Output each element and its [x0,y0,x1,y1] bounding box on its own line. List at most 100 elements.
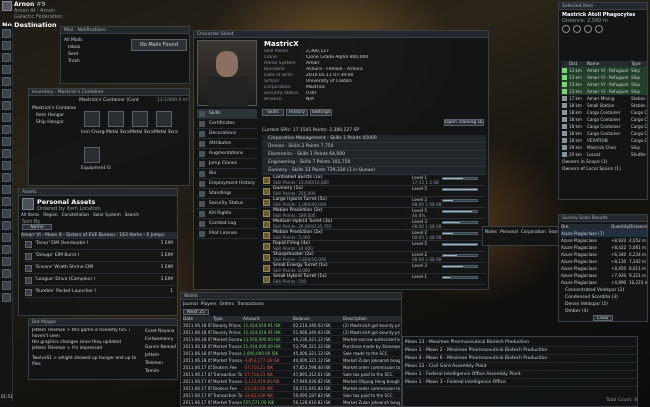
neocom-icon-people[interactable] [2,41,11,50]
wallet-row[interactable]: 2011.06.18 05:35Market Escrow13,560,000.… [183,336,401,343]
skill-row[interactable]: Small Energy Turret (1x) Skill Points: 8,… [262,263,486,274]
scan-row[interactable]: Azure Plagioclase +7,920 9,321 m [561,272,647,279]
chat-member[interactable]: Tamim [145,368,177,376]
inventory-container-tab[interactable]: Mastrick's Container [58,90,104,95]
sheet-menu-item[interactable]: Kill Rights [197,209,257,219]
skill-row[interactable]: Small Hybrid Turret (1x) Skill Points: 50… [262,274,486,285]
sort-select[interactable]: Name [22,224,52,230]
places-tab-notes[interactable]: Notes [485,229,497,234]
wallet-row[interactable]: 2011.06.18 05:31Market Transaction-3,853… [183,357,401,364]
wallet-row[interactable]: 2011.06.17 05:19Transaction Tax-33,423.0… [183,392,401,399]
neocom-icon-chat[interactable] [2,149,11,158]
overview-row[interactable]: 18 km Cargo Container Cargo Cnt [561,123,647,130]
sheet-tab-settings[interactable]: Settings [310,109,332,116]
neocom-icon-store[interactable] [2,257,11,266]
scan-group[interactable]: Condensed Scordite (3) [561,294,647,301]
neocom-icon-tutorial[interactable] [2,281,11,290]
overview-row[interactable]: 13 km Amarr VI - Refugium Ship [561,81,647,88]
chat-member[interactable]: Garvin Nomad [145,344,177,352]
skill-group[interactable]: Gunnery - Skills 33 Points 739,330 (3 in… [262,167,486,175]
neocom-icon-notepad[interactable] [2,161,11,170]
scan-group[interactable]: Dense Veldspar (2) [561,301,647,308]
scan-row[interactable]: Azure Plagioclase +8,422 5,061 m [561,244,647,251]
overview-row[interactable]: 13 km Amarr VI - Refugium Ship [561,67,647,74]
chat-member[interactable]: Corot Nayana [145,328,177,336]
neocom-icon-wallet[interactable] [2,65,11,74]
wallet-tab-orders[interactable]: Orders [220,302,234,307]
mail-tab-notifications[interactable]: Notifications [77,28,105,33]
skill-row[interactable]: Motion Prediction (2x) Skill Points: 5,00… [262,230,486,241]
sheet-menu-item[interactable]: Certificates [197,119,257,129]
sheet-tab-history[interactable]: History [286,109,308,116]
overview-row[interactable]: 18 km Cargo Container Cargo Cnt [561,130,647,137]
asset-row[interactable]: 'Rumble' Pocket Launcher I 1 [25,288,175,298]
wallet-tab-journal[interactable]: Journal [183,302,198,307]
wallet-row[interactable]: 2011.06.17 05:15Market Transaction555,57… [183,399,401,406]
mail-folder-sent[interactable]: Sent [68,51,104,58]
wallet-row[interactable]: 2011.06.18 05:34Market Transaction11,434… [183,343,401,350]
asset-row[interactable]: 'Tenor' EIM Overloader I 1 EIM [25,240,175,250]
mail-tab-mail[interactable]: Mail [64,28,73,33]
overview-col-header[interactable]: Name [587,61,599,66]
scan-row[interactable]: Azure Plagioclase +8,450 8,011 m [561,265,647,272]
wallet-col-header[interactable]: Balance [293,316,310,321]
places-tab-corp[interactable]: Corporation [521,229,546,234]
approach-icon[interactable] [562,25,570,33]
sheet-menu-item[interactable]: Skills [197,109,257,119]
survey-clear-button[interactable]: Clear [593,315,613,321]
location-row[interactable]: Moon 13 - Mesimoe Pharmaceutical Biotech… [405,339,637,347]
wallet-tab-players[interactable]: Players [201,302,217,307]
location-row[interactable]: Moon 4 - Moon 6 - Mesimoe Pharmaceutical… [405,355,637,363]
scan-row[interactable]: Azure Plagioclase +6,340 6,234 m [561,251,647,258]
overview-tree-owners-local[interactable]: Owners of Local Space (1) [562,166,646,173]
wallet-filter[interactable]: Next 25 [183,309,209,315]
scan-row[interactable]: Azure Plagioclase (7) [561,230,647,237]
neocom-icon-character[interactable] [2,29,11,38]
overview-row[interactable]: 19 km Mastrick Chair Ship [561,144,647,151]
mail-folder-all[interactable]: All Mails [64,37,104,44]
wallet-col-header[interactable]: Description [343,316,367,321]
assets-group[interactable]: Amarr VI - Moon 8 - Sisters of EVE Burea… [21,232,177,239]
assets-tab-system[interactable]: Solar System [93,212,121,218]
skill-row[interactable]: Rapid Firing (4x) Skill Points: 24,000 Lev… [262,241,486,252]
wallet-row[interactable]: 2011.06.18 05:32Market Transaction1,000,… [183,350,401,357]
wallet-row[interactable]: 2011.06.17 05:26Transaction Tax-57,714.2… [183,371,401,378]
wallet-tab-transactions[interactable]: Transactions [237,302,264,307]
asset-row[interactable]: 'League' Drive (Complex) I 1 EIM [25,276,175,286]
overview-row[interactable]: 13 km Amarr VI - Refugium Ship [561,74,647,81]
skill-row[interactable]: Controlled Bursts (1x) Skill Points: 10,0… [262,175,486,186]
wallet-row[interactable]: 2011.06.18 05:36Bounty Prizes11,424,018.… [183,322,401,329]
warp-icon[interactable] [573,25,581,33]
skill-row[interactable]: Medium Hybrid Turret (3x) Skill Points: 2… [262,219,486,230]
overview-row[interactable]: 17 km Amarr Mining Station [561,95,647,102]
neocom-icon-assets[interactable] [2,77,11,86]
neocom-icon-fitting[interactable] [2,125,11,134]
scan-col-header[interactable]: Quantity [611,224,629,229]
neocom-icon-info[interactable] [2,269,11,278]
inventory-item[interactable] [84,147,100,163]
scan-col-header[interactable]: Ore [561,224,569,229]
overview-row[interactable]: 13 km Amarr VI - Refugium Ship [561,88,647,95]
info-icon[interactable] [595,25,603,33]
orbit-icon[interactable] [584,25,592,33]
scan-row[interactable]: Azure Plagioclase +8,922 4,052 m [561,237,647,244]
wallet-row[interactable]: 2011.06.17 05:29Brokers Fee -37,714.21 IS… [183,364,401,371]
wallet-row[interactable]: 2011.06.18 05:36Bounty Prizes11,424,018.… [183,329,401,336]
neocom-icon-mail[interactable] [2,53,11,62]
neocom-icon-calendar[interactable] [2,185,11,194]
neocom-icon-journal[interactable] [2,173,11,182]
neocom-icon-industry[interactable] [2,113,11,122]
scan-row[interactable]: Azure Plagioclase +8,130 7,342 m [561,258,647,265]
tree-ship-hangar[interactable]: Ship Hangar [36,119,76,126]
skill-group[interactable]: Drones - Skills 2 Points 7,750 [262,143,486,151]
location-row[interactable]: Moon 1 - Federal Intelligence Office Ass… [405,371,637,379]
mail-folder-inbox[interactable]: Inbox [68,44,104,51]
overview-row[interactable]: 18 km Cargo Container Cargo Cnt [561,116,647,123]
neocom-icon-browser[interactable] [2,245,11,254]
asset-row[interactable]: 'Deluge' EIM Burst I 1 EIM [25,252,175,262]
skill-row[interactable]: Large Hybrid Turret (5x) Skill Points: 1,… [262,197,486,208]
places-tab-personal[interactable]: Personal [500,229,518,234]
overview-col-header[interactable]: Type [631,61,641,66]
scan-group[interactable]: Omber (4) [561,308,647,315]
location-row[interactable]: Moon 12 - Civil Gard Assembly Plant [405,363,637,371]
